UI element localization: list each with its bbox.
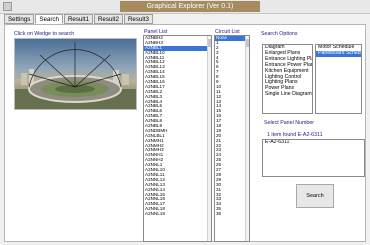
category-list-item[interactable]: Single Line Diagram — [263, 91, 312, 98]
panel-list-rows: A2NBH2 A2NBH3 A2NBL1 A2NBL10 A2NBL11 A2NBL12 A… — [144, 36, 211, 217]
result-list-item[interactable]: E-A2-6311 — [263, 140, 364, 146]
panel-list-scrollbar[interactable] — [207, 36, 211, 241]
category-list[interactable]: Diagram Enlarged Plans Entrance Lighting P… — [262, 44, 313, 114]
panel-list[interactable]: A2NBH2 A2NBH3 A2NBL1 A2NBL10 A2NBL11 A2NBL12 A… — [143, 35, 212, 242]
search-tab-panel: Click on Wedge to search Panel List A2NB… — [4, 24, 366, 242]
tab-settings[interactable]: Settings — [4, 14, 35, 24]
circuit-list-rows: None 1 2 3 4 5 6 7 8 9 10 11 12 13 14 15 16 17 18 19 20 21 22 2… — [215, 36, 249, 217]
circuit-list-item[interactable]: 36 — [215, 211, 249, 217]
panel-list-item[interactable]: A2NNL19 — [144, 211, 211, 217]
tab-strip: Settings Search Result1 Result2 Result3 — [4, 14, 154, 24]
circuit-list[interactable]: None 1 2 3 4 5 6 7 8 9 10 11 12 13 14 15 16 17 18 19 20 21 22 2… — [214, 35, 250, 242]
title-bar: Graphical Explorer (Ver 0.1) — [0, 0, 370, 14]
search-options-title: Search Options — [261, 31, 298, 37]
window-title: Graphical Explorer (Ver 0.1) — [120, 1, 260, 12]
tab-result2[interactable]: Result2 — [93, 14, 123, 24]
schedule-list-item[interactable]: Panelboard Schedule — [316, 50, 361, 57]
app-icon — [3, 2, 12, 11]
panel-list-scroll-thumb[interactable] — [208, 39, 211, 47]
wedge-map-image[interactable] — [14, 38, 137, 110]
circuit-list-scroll-thumb[interactable] — [246, 39, 249, 47]
search-button[interactable]: Search — [296, 184, 334, 208]
panel-number-label: Select Panel Number — [264, 120, 315, 126]
result-list[interactable]: E-A2-6311 — [262, 139, 365, 177]
wedge-map-graphic[interactable] — [15, 39, 136, 109]
tab-search[interactable]: Search — [35, 14, 63, 24]
wedge-instruction-label: Click on Wedge to search — [14, 31, 75, 37]
tab-result1[interactable]: Result1 — [63, 14, 93, 24]
tab-result3[interactable]: Result3 — [123, 14, 153, 24]
schedule-list-rows: Motor SchedulePanelboard Schedule — [316, 45, 361, 57]
category-list-rows: Diagram Enlarged Plans Entrance Lighting P… — [263, 45, 312, 98]
result-count-label: 1 item found E-A2-6311 — [267, 132, 323, 138]
schedule-list[interactable]: Motor SchedulePanelboard Schedule — [315, 44, 362, 114]
result-list-rows: E-A2-6311 — [263, 140, 364, 146]
circuit-list-scrollbar[interactable] — [245, 36, 249, 241]
